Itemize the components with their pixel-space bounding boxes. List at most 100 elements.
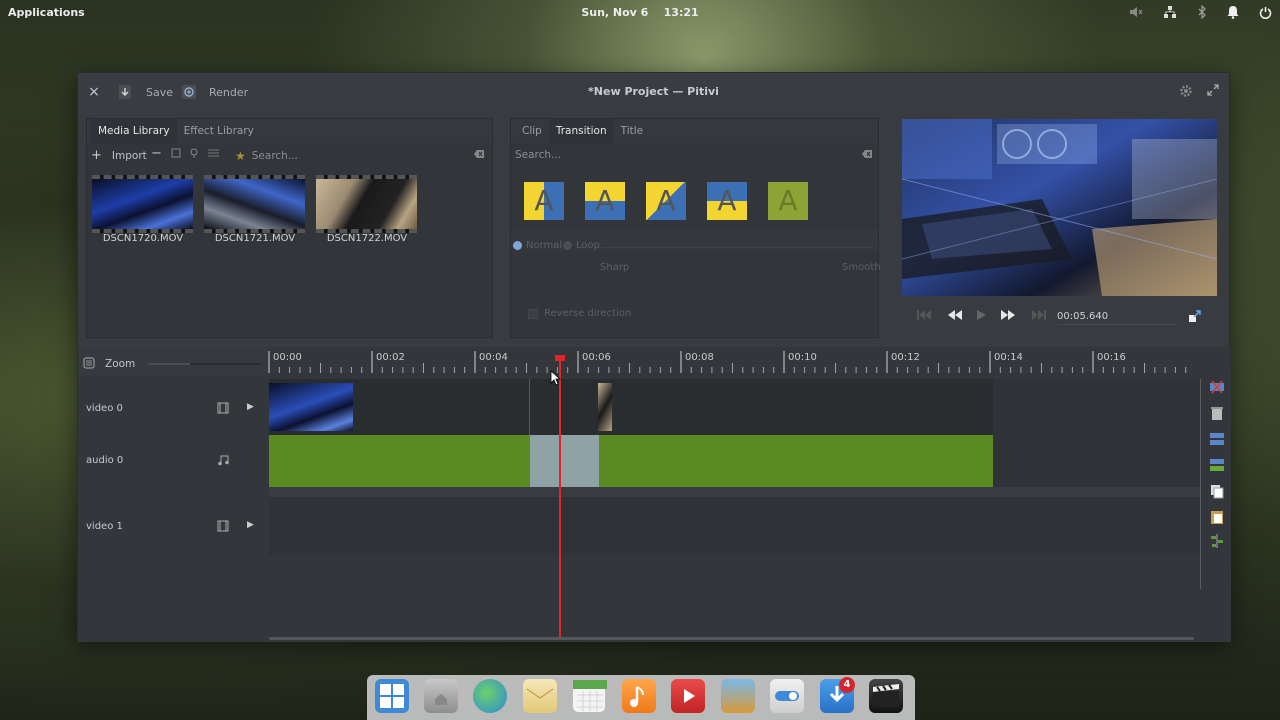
bluetooth-icon[interactable]	[1197, 5, 1207, 19]
timecode-underline	[1057, 324, 1177, 325]
timeline-scrollbar[interactable]	[1200, 379, 1201, 589]
media-library-panel: Media Library Effect Library + Import − …	[86, 118, 493, 338]
detach-viewer-icon[interactable]	[1188, 309, 1202, 325]
transition-search[interactable]: Search...	[515, 146, 875, 164]
tab-transition[interactable]: Transition	[548, 119, 614, 143]
zoom-fit-icon[interactable]	[83, 357, 95, 372]
expand-arrow-icon[interactable]: ▶	[247, 520, 254, 530]
film-icon	[217, 520, 229, 535]
fast-forward-icon[interactable]	[1000, 309, 1016, 325]
clip-properties-icon[interactable]	[189, 148, 199, 158]
transition-overlay[interactable]	[530, 435, 599, 487]
gear-icon[interactable]	[1179, 84, 1193, 101]
top-panel: Applications Sun, Nov 6 13:21	[0, 0, 1280, 24]
notifications-icon[interactable]	[1227, 5, 1239, 19]
save-button[interactable]: Save	[118, 83, 173, 101]
tab-media-library[interactable]: Media Library	[91, 119, 177, 143]
tab-title[interactable]: Title	[614, 119, 651, 143]
media-thumbnail[interactable]	[204, 175, 305, 233]
playhead-handle[interactable]	[555, 355, 565, 361]
list-view-icon[interactable]	[208, 148, 219, 158]
paste-icon[interactable]	[1209, 509, 1225, 528]
save-icon	[119, 85, 131, 99]
applications-menu[interactable]: Applications	[8, 6, 85, 19]
delete-icon[interactable]	[1209, 405, 1225, 424]
time-ruler[interactable]: 00:00 00:02 00:04 00:06 00:08 00:10 00:12 00:14…	[268, 349, 1198, 375]
horizontal-scrollbar[interactable]	[269, 637, 1194, 640]
copy-icon[interactable]	[1209, 483, 1225, 502]
skip-start-icon[interactable]	[916, 309, 932, 325]
layer-audio-0-label: audio 0	[86, 455, 124, 466]
render-button[interactable]: Render	[181, 83, 248, 101]
video-viewer	[902, 119, 1217, 296]
media-thumbnail[interactable]	[92, 175, 193, 233]
network-icon[interactable]	[1163, 5, 1177, 19]
layer-0-header	[78, 379, 268, 489]
media-clip-name: DSCN1721.MOV	[214, 233, 296, 244]
video-track-1[interactable]	[269, 497, 1201, 555]
power-icon[interactable]	[1259, 6, 1272, 19]
ruler-label: 00:14	[994, 352, 1023, 363]
align-icon[interactable]	[1209, 533, 1225, 552]
ruler-label: 00:16	[1097, 352, 1126, 363]
plus-icon: +	[91, 148, 102, 163]
playhead[interactable]	[559, 355, 561, 637]
border-slider[interactable]	[601, 247, 873, 248]
media-search-placeholder: Search...	[251, 150, 298, 162]
film-icon	[217, 402, 229, 417]
browser-icon[interactable]	[473, 679, 507, 713]
loop-radio[interactable]: Loop	[563, 240, 600, 251]
video-clip-thumbnail[interactable]	[598, 383, 612, 431]
normal-radio[interactable]: Normal	[513, 240, 562, 251]
ungroup-icon[interactable]	[1209, 457, 1225, 476]
layer-separator	[269, 487, 1201, 497]
transition-preset-icon[interactable]: A	[585, 182, 625, 220]
group-icon[interactable]	[1209, 431, 1225, 450]
clock-time[interactable]: 13:21	[664, 6, 699, 19]
rewind-icon[interactable]	[947, 309, 963, 325]
timecode-display[interactable]: 00:05.640	[1057, 311, 1108, 322]
calendar-icon[interactable]	[572, 679, 607, 713]
expand-arrow-icon[interactable]: ▶	[247, 402, 254, 412]
skip-end-icon[interactable]	[1031, 309, 1047, 325]
multitasking-view-icon[interactable]	[375, 679, 409, 713]
pitivi-icon[interactable]	[869, 679, 903, 713]
photos-icon[interactable]	[721, 679, 755, 713]
clear-search-icon[interactable]	[473, 149, 485, 162]
ruler-label: 00:08	[685, 352, 714, 363]
media-thumbnail[interactable]	[316, 175, 417, 233]
audio-clip[interactable]	[269, 435, 993, 487]
videos-icon[interactable]	[671, 679, 705, 713]
settings-icon[interactable]	[770, 679, 804, 713]
maximize-icon[interactable]	[1207, 84, 1219, 99]
video-clip-thumbnail[interactable]	[269, 383, 353, 431]
clock-date[interactable]: Sun, Nov 6	[581, 6, 648, 19]
mail-icon[interactable]	[523, 679, 557, 713]
media-clip-name: DSCN1722.MOV	[326, 233, 408, 244]
window-title: *New Project — Pitivi	[588, 85, 719, 98]
ruler-label: 00:02	[376, 352, 405, 363]
media-search[interactable]: ★ Search...	[235, 147, 489, 165]
pitivi-window: × Save Render *New Project — Pitivi Medi…	[77, 72, 1231, 642]
clear-search-icon[interactable]	[861, 149, 873, 162]
tab-clip[interactable]: Clip	[515, 119, 549, 143]
insert-icon[interactable]	[171, 148, 181, 158]
mouse-cursor-icon	[550, 370, 562, 386]
music-icon[interactable]	[622, 679, 656, 713]
ruler-label: 00:06	[582, 352, 611, 363]
reverse-direction-checkbox[interactable]: Reverse direction	[528, 308, 631, 319]
volume-muted-icon[interactable]	[1129, 5, 1143, 19]
play-icon[interactable]	[975, 309, 987, 325]
tab-effect-library[interactable]: Effect Library	[177, 119, 261, 143]
transition-search-placeholder: Search...	[515, 149, 562, 161]
video-clip-area	[269, 379, 993, 435]
transition-preset-icon[interactable]: A	[707, 182, 747, 220]
transition-preset-icon[interactable]: A	[646, 182, 686, 220]
split-clip-icon[interactable]	[1209, 379, 1225, 398]
transition-preset-icon[interactable]: A	[768, 182, 808, 220]
files-icon[interactable]	[424, 679, 458, 713]
close-button[interactable]: ×	[87, 85, 101, 99]
transition-preset-icon[interactable]: A	[524, 182, 564, 220]
remove-icon[interactable]: −	[151, 146, 162, 161]
import-button[interactable]: + Import	[91, 148, 147, 163]
